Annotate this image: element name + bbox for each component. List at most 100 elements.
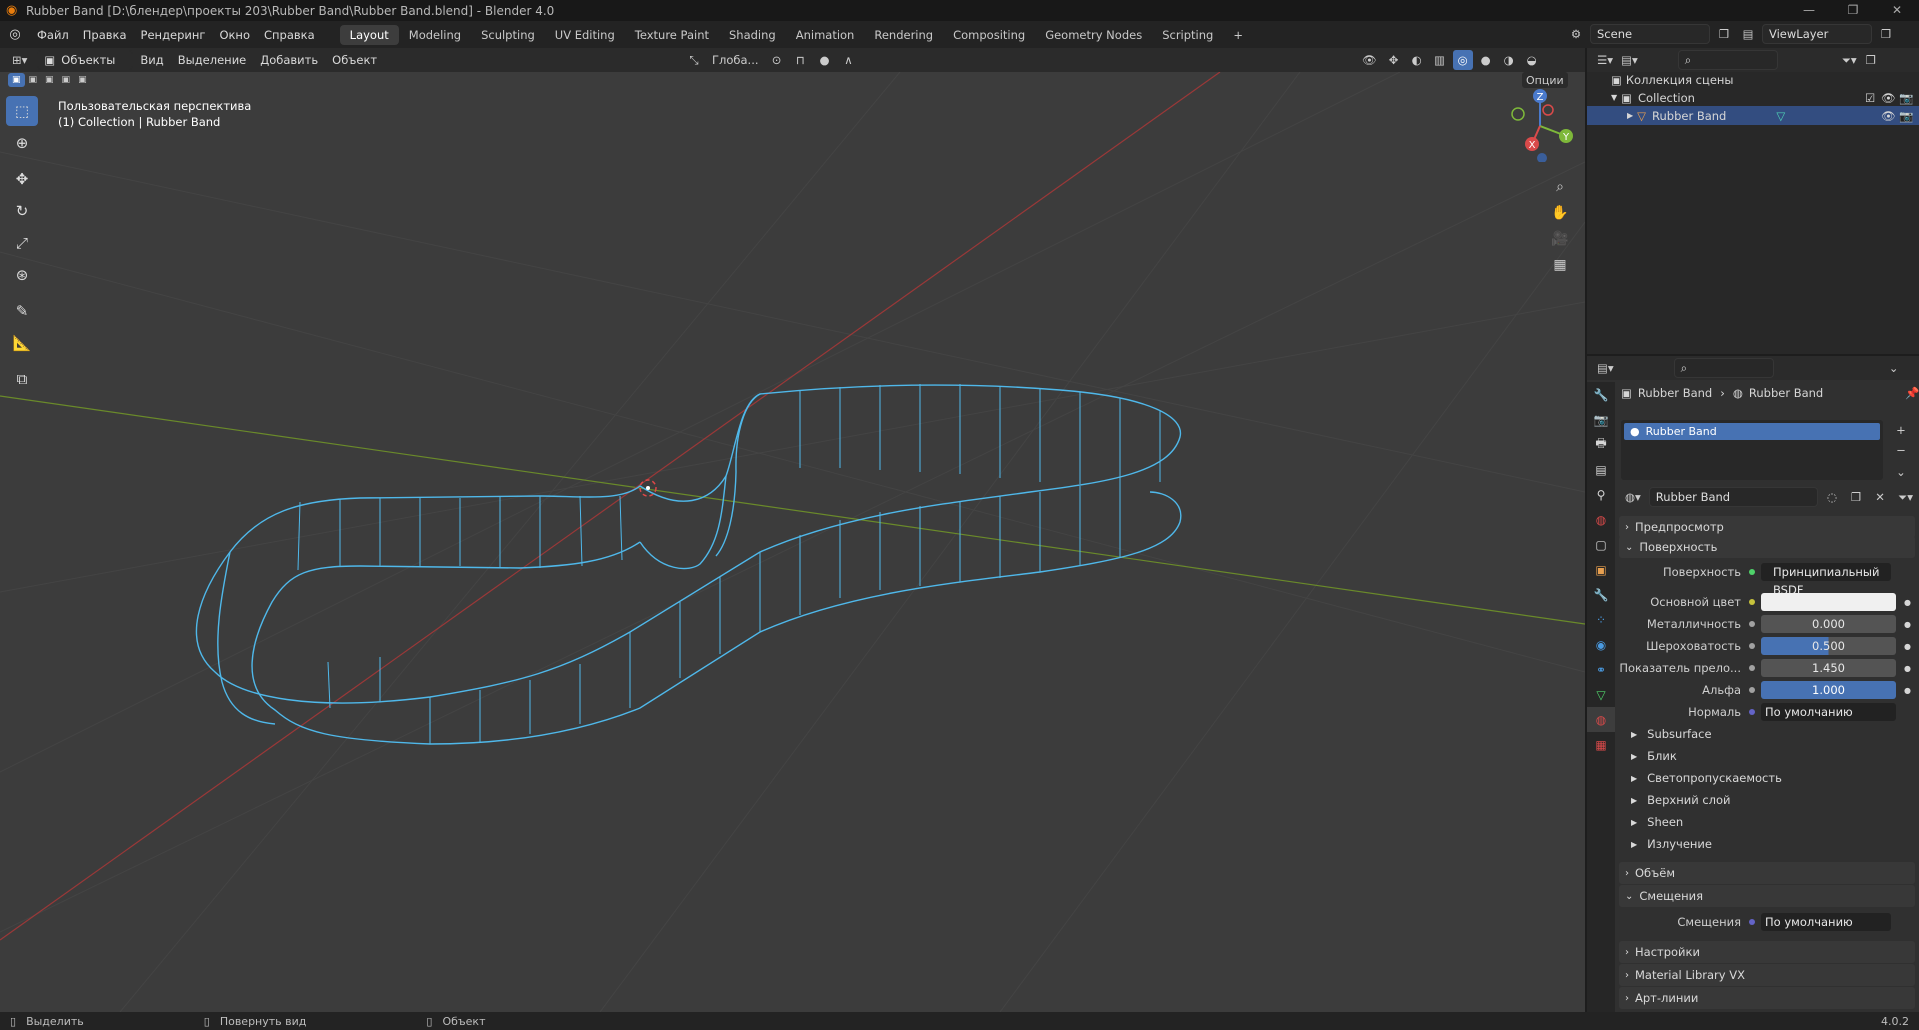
snap-icon[interactable]: ⊓	[791, 50, 811, 70]
move-tool-icon[interactable]: ✥	[6, 164, 38, 194]
mode-selector[interactable]: ▣ Объекты	[37, 50, 134, 70]
menu-help[interactable]: Справка	[257, 28, 322, 42]
subpanel-subsurface[interactable]: ▶ Subsurface	[1631, 724, 1712, 744]
tool-tab-icon[interactable]: 🔧	[1587, 382, 1615, 407]
displacement-field[interactable]: По умолчанию	[1761, 913, 1891, 931]
menu-window[interactable]: Окно	[212, 28, 257, 42]
keyframe-dot-icon[interactable]: ●	[1904, 598, 1911, 607]
select-invert-icon[interactable]: ▣	[58, 73, 75, 87]
tab-texture-paint[interactable]: Texture Paint	[625, 25, 719, 45]
surface-shader-field[interactable]: Принципиальный BSDF	[1761, 563, 1891, 597]
constraints-tab-icon[interactable]: ⚭	[1587, 657, 1615, 682]
tab-uv-editing[interactable]: UV Editing	[545, 25, 625, 45]
outliner-row-rubber-band[interactable]: ▶ ▽ Rubber Band ▽ 👁 📷	[1587, 106, 1919, 125]
menu-file[interactable]: Файл	[30, 28, 76, 42]
transform-tool-icon[interactable]: ⊛	[6, 260, 38, 290]
material-name-field[interactable]: Rubber Band	[1648, 487, 1819, 507]
expand-arrow-icon[interactable]: ▼	[1611, 93, 1617, 102]
keyframe-dot-icon[interactable]: ●	[1904, 620, 1911, 629]
pin-icon[interactable]: 📌	[1905, 386, 1919, 400]
overlay-toggle-icon[interactable]: ◐	[1407, 50, 1427, 70]
scene-tab-icon[interactable]: ⚲	[1587, 482, 1615, 507]
eye-icon[interactable]: 👁	[1881, 91, 1896, 105]
section-volume[interactable]: › Объём	[1619, 862, 1915, 884]
scene-selector[interactable]: Scene	[1590, 24, 1710, 44]
material-slot-item[interactable]: ● Rubber Band	[1624, 423, 1880, 440]
tab-animation[interactable]: Animation	[786, 25, 865, 45]
new-viewlayer-icon[interactable]: ❐	[1876, 24, 1896, 44]
menu-render[interactable]: Рендеринг	[134, 28, 213, 42]
close-button[interactable]: ✕	[1875, 0, 1919, 21]
pivot-icon[interactable]: ⊙	[767, 50, 787, 70]
annotate-tool-icon[interactable]: ✎	[6, 296, 38, 326]
display-mode-icon[interactable]: ▤▾	[1617, 50, 1642, 70]
tab-modeling[interactable]: Modeling	[399, 25, 471, 45]
falloff-icon[interactable]: ∧	[839, 50, 859, 70]
select-box-tool-icon[interactable]: ⬚	[6, 96, 38, 126]
add-slot-button[interactable]: +	[1891, 420, 1911, 440]
normal-field[interactable]: По умолчанию	[1761, 703, 1896, 721]
viewlayer-icon[interactable]: ▤	[1738, 24, 1758, 44]
outliner-row-scene-collection[interactable]: ▣ Коллекция сцены	[1587, 70, 1919, 89]
tab-sculpting[interactable]: Sculpting	[471, 25, 545, 45]
section-preview[interactable]: › Предпросмотр	[1619, 516, 1915, 538]
filter-icon[interactable]: ⏷▾	[1894, 487, 1917, 507]
camera-render-icon[interactable]: 📷	[1899, 109, 1913, 123]
unlink-material-icon[interactable]: ✕	[1870, 487, 1890, 507]
menu-add[interactable]: Добавить	[253, 53, 325, 67]
properties-editor-icon[interactable]: ▤▾	[1593, 358, 1618, 378]
properties-search-input[interactable]: ⌕	[1673, 358, 1774, 378]
menu-edit[interactable]: Правка	[76, 28, 134, 42]
object-tab-icon[interactable]: ▣	[1587, 557, 1615, 582]
solid-shading-icon[interactable]: ●	[1476, 50, 1496, 70]
tab-compositing[interactable]: Compositing	[943, 25, 1035, 45]
remove-slot-button[interactable]: −	[1891, 440, 1911, 460]
material-slot-list[interactable]: ● Rubber Band	[1621, 420, 1883, 480]
tab-rendering[interactable]: Rendering	[864, 25, 943, 45]
outliner-search-input[interactable]: ⌕	[1677, 50, 1778, 70]
transform-orientation-dropdown[interactable]: Глоба...	[708, 50, 763, 70]
tab-geometry-nodes[interactable]: Geometry Nodes	[1035, 25, 1152, 45]
subpanel-transmission[interactable]: ▶ Светопропускаемость	[1631, 768, 1782, 788]
proportional-edit-icon[interactable]: ●	[815, 50, 835, 70]
new-scene-icon[interactable]: ❐	[1714, 24, 1734, 44]
editor-type-icon[interactable]: ⊞▾	[8, 50, 31, 70]
ortho-grid-icon[interactable]: ▦	[1547, 252, 1573, 278]
material-shading-icon[interactable]: ◑	[1499, 50, 1519, 70]
modifier-tab-icon[interactable]: 🔧	[1587, 582, 1615, 607]
eye-icon[interactable]: 👁	[1881, 109, 1896, 123]
section-displacement[interactable]: ⌄ Смещения	[1619, 885, 1915, 907]
browse-material-icon[interactable]: ◍▾	[1621, 487, 1645, 507]
select-intersect-icon[interactable]: ▣	[74, 73, 91, 87]
particles-tab-icon[interactable]: ⁘	[1587, 607, 1615, 632]
add-workspace-button[interactable]: +	[1223, 25, 1253, 45]
outliner-row-collection[interactable]: ▼ ▣ Collection ☑ 👁 📷	[1587, 88, 1919, 107]
slot-menu-icon[interactable]: ⌄	[1891, 462, 1911, 482]
exclude-checkbox-icon[interactable]: ☑	[1865, 91, 1875, 105]
viewlayer-selector[interactable]: ViewLayer	[1762, 24, 1872, 44]
xray-icon[interactable]: ▥	[1430, 50, 1450, 70]
fake-user-icon[interactable]: ◌	[1822, 487, 1842, 507]
navigation-gizmo[interactable]: Z Y X	[1500, 86, 1580, 162]
rubber-band-mesh[interactable]	[195, 384, 1182, 745]
section-surface[interactable]: ⌄ Поверхность	[1619, 536, 1915, 558]
subpanel-specular[interactable]: ▶ Блик	[1631, 746, 1677, 766]
camera-render-icon[interactable]: 📷	[1899, 91, 1913, 105]
duplicate-material-icon[interactable]: ❐	[1846, 487, 1866, 507]
tab-layout[interactable]: Layout	[339, 24, 399, 45]
new-collection-icon[interactable]: ❐	[1861, 50, 1881, 70]
keyframe-dot-icon[interactable]: ●	[1904, 686, 1911, 695]
view-layer-tab-icon[interactable]: ▤	[1587, 457, 1615, 482]
rotate-tool-icon[interactable]: ↻	[6, 196, 38, 226]
data-tab-icon[interactable]: ▽	[1587, 682, 1615, 707]
output-tab-icon[interactable]: 🖶	[1587, 432, 1615, 457]
tab-scripting[interactable]: Scripting	[1152, 25, 1223, 45]
blender-menu-icon[interactable]: ◎	[0, 27, 30, 42]
tab-shading[interactable]: Shading	[719, 25, 786, 45]
alpha-slider[interactable]: 1.000	[1761, 681, 1896, 699]
minimize-button[interactable]: —	[1787, 0, 1831, 21]
select-extend-icon[interactable]: ▣	[25, 73, 42, 87]
add-cube-tool-icon[interactable]: ⧉	[6, 364, 38, 394]
section-settings[interactable]: › Настройки	[1619, 941, 1915, 963]
scale-tool-icon[interactable]: ⤢	[6, 228, 38, 258]
